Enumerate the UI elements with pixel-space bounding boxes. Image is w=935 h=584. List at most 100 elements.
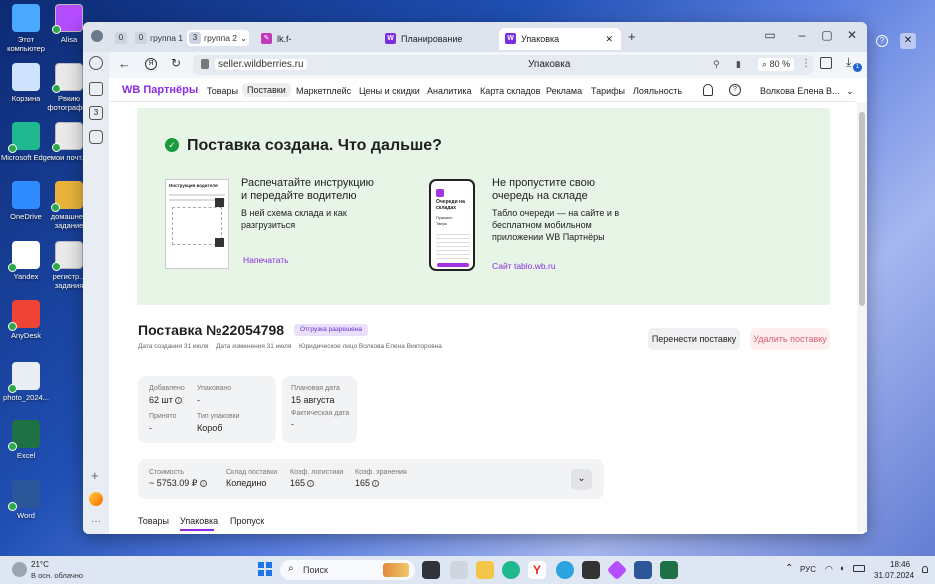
history-icon[interactable]: [89, 56, 103, 70]
word-icon[interactable]: [634, 561, 652, 579]
status-badge: Отгрузка разрешена: [294, 324, 368, 336]
yandex-icon[interactable]: Я: [145, 58, 157, 70]
yandex-browser-icon[interactable]: Y: [528, 561, 546, 579]
nav-item-1[interactable]: Поставки: [242, 83, 291, 97]
left-rail: 3 + ···: [83, 52, 109, 534]
user-menu[interactable]: Волкова Елена В... ⌄: [760, 86, 854, 97]
clock-time[interactable]: 18:46: [890, 560, 910, 569]
tab-label: Упаковка: [521, 34, 560, 44]
phone-item: Тверь: [436, 221, 447, 226]
downloads-icon[interactable]: ⤓ 1: [846, 55, 862, 72]
phone-title: Очереди на складах: [436, 199, 465, 211]
new-tab-icon[interactable]: +: [628, 30, 636, 43]
tab-planning[interactable]: W Планирование: [379, 28, 489, 50]
tabs-count-icon[interactable]: 3: [89, 106, 103, 120]
tab-group-label: группа 1: [150, 33, 184, 43]
clock-date[interactable]: 31.07.2024: [874, 571, 914, 580]
nav-item-0[interactable]: Товары: [207, 86, 238, 96]
tab-pass[interactable]: Пропуск: [230, 516, 264, 526]
back-icon[interactable]: ←: [118, 56, 131, 71]
start-button[interactable]: [258, 562, 272, 576]
wifi-icon[interactable]: ◠: [825, 564, 833, 575]
info-icon[interactable]: i: [372, 480, 380, 488]
nav-item-7[interactable]: Тарифы: [591, 86, 625, 96]
zoom-indicator[interactable]: ⌕ 80 %: [758, 58, 795, 71]
browser-shield-icon[interactable]: [91, 30, 103, 42]
close-tab-icon[interactable]: ✕: [605, 28, 613, 50]
file-explorer-icon[interactable]: [476, 561, 494, 579]
task-view-icon[interactable]: [422, 561, 440, 579]
camera-icon[interactable]: [89, 130, 103, 144]
collections-icon[interactable]: [89, 82, 103, 96]
nav-item-4[interactable]: Аналитика: [427, 86, 472, 96]
location-icon[interactable]: ⚲: [713, 59, 720, 70]
desktop-shortcut[interactable]: Word: [0, 480, 52, 520]
tab-group-2[interactable]: 3 группа 2 ⌄: [187, 30, 249, 46]
sync-check-icon: [52, 143, 61, 152]
notification-bell-icon[interactable]: [922, 566, 928, 573]
desktop-shortcut[interactable]: photo_2024...: [0, 362, 52, 402]
tray-chevron-icon[interactable]: ⌃: [785, 563, 793, 574]
tab-packing[interactable]: W Упаковка ✕: [499, 28, 621, 50]
alisa-icon[interactable]: [606, 559, 628, 581]
extensions-icon[interactable]: [820, 57, 832, 69]
add-panel-icon[interactable]: +: [91, 468, 99, 483]
tablo-link[interactable]: Сайт tablo.wb.ru: [492, 261, 556, 271]
tab-bar: 0 0группа 1 3группа 2⌄ ✎lk.f-skills.ru/p…: [83, 22, 867, 66]
minimize-icon[interactable]: –: [795, 28, 809, 42]
search-placeholder: Поиск: [303, 565, 328, 575]
tab-group-0[interactable]: 0: [113, 30, 129, 46]
scrollbar-track[interactable]: [857, 102, 867, 532]
menu-dots-icon[interactable]: ⋮: [801, 58, 811, 69]
excel-icon[interactable]: [660, 561, 678, 579]
nav-item-3[interactable]: Цены и скидки: [359, 86, 420, 96]
help-icon[interactable]: ?: [876, 35, 888, 47]
print-instruction-title: Распечатайте инструкцию и передайте води…: [241, 177, 374, 202]
info-icon[interactable]: i: [307, 480, 315, 488]
tab-packing-section[interactable]: Упаковка: [180, 516, 218, 526]
info-icon[interactable]: i: [199, 480, 207, 488]
desktop-shortcut[interactable]: Excel: [0, 420, 52, 460]
print-link[interactable]: Напечатать: [243, 255, 289, 265]
tab-group-num: 3: [189, 32, 201, 44]
tab-fskills[interactable]: ✎lk.f-skills.ru/pl/talks/conv: [255, 28, 371, 66]
weather-icon[interactable]: [12, 562, 27, 577]
language-indicator[interactable]: РУС: [800, 565, 816, 574]
tab-group-1[interactable]: 0 группа 1: [133, 30, 185, 46]
telegram-icon[interactable]: [556, 561, 574, 579]
page-title-in-address: Упаковка: [528, 59, 571, 70]
nav-item-5[interactable]: Карта складов: [480, 86, 540, 96]
wb-logo[interactable]: WB Партнёры: [122, 84, 198, 96]
close-window-icon[interactable]: ✕: [845, 28, 859, 42]
sync-check-icon: [52, 84, 61, 93]
recycle-bin-icon: [12, 63, 40, 91]
edge-icon[interactable]: [502, 561, 520, 579]
close-sidebar-icon[interactable]: ✕: [900, 33, 916, 49]
bookmarks-bar-icon[interactable]: ▭: [763, 28, 777, 42]
taskbar-search[interactable]: ⌕ Поиск: [280, 560, 415, 580]
notifications-bell-icon[interactable]: [703, 84, 713, 96]
url-field[interactable]: seller.wildberries.ru Упаковка ⚲ ▮ ⌕ 80 …: [193, 55, 813, 75]
app-icon[interactable]: [582, 561, 600, 579]
volume-icon[interactable]: ◖: [839, 563, 844, 573]
expand-button[interactable]: ⌄: [571, 469, 592, 490]
tab-goods[interactable]: Товары: [138, 516, 169, 526]
nav-item-6[interactable]: Реклама: [546, 86, 582, 96]
help-circle-icon[interactable]: ?: [729, 84, 741, 96]
nav-item-2[interactable]: Маркетплейс: [296, 86, 351, 96]
scrollbar-thumb[interactable]: [859, 112, 865, 306]
alice-icon[interactable]: [89, 492, 103, 506]
info-icon[interactable]: i: [174, 397, 182, 405]
more-icon[interactable]: ···: [91, 516, 101, 527]
desktop-shortcut[interactable]: AnyDesk: [0, 300, 52, 340]
queue-text: Табло очереди — на сайте и в бесплатном …: [492, 208, 620, 242]
nav-item-8[interactable]: Лояльность: [633, 86, 682, 96]
delete-supply-button[interactable]: Удалить поставку: [750, 328, 830, 350]
qr-code-icon: [215, 238, 224, 247]
reload-icon[interactable]: ↻: [171, 56, 181, 70]
bookmark-icon[interactable]: ▮: [736, 59, 741, 70]
maximize-icon[interactable]: ▢: [820, 28, 834, 42]
battery-icon[interactable]: [853, 565, 865, 572]
explorer-icon[interactable]: [450, 561, 468, 579]
move-supply-button[interactable]: Перенести поставку: [648, 328, 740, 350]
